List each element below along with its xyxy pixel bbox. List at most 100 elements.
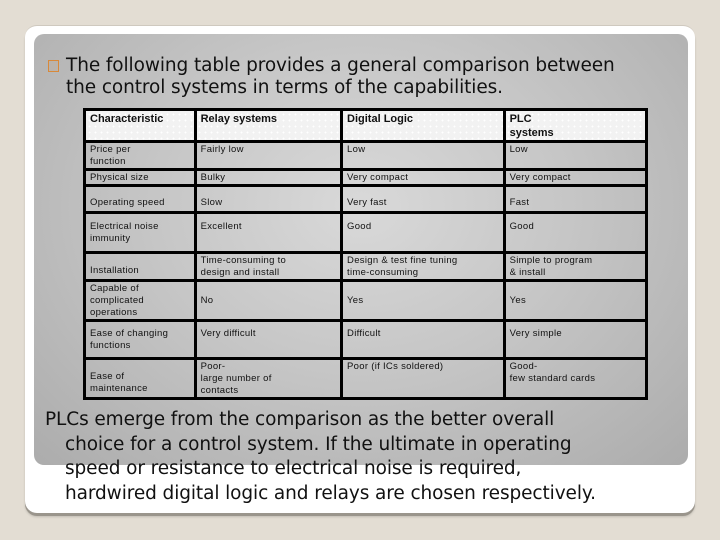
conclusion-paragraph: PLCs emerge from the comparison as the b…	[45, 408, 685, 506]
cell-line: complicated	[90, 295, 144, 306]
conclusion-line-4: hardwired digital logic and relays are c…	[65, 482, 596, 504]
cell-line: Very simple	[509, 328, 562, 339]
cell-relay: Slow	[193, 184, 344, 214]
conclusion-line-2: choice for a control system. If the ulti…	[65, 433, 572, 455]
table-row: Capable of complicated operations No Yes…	[83, 279, 649, 322]
cell-line: functions	[90, 340, 131, 351]
cell-line: No	[200, 295, 214, 306]
cell-line: Difficult	[347, 328, 381, 339]
cell-relay: Time-consuming to design and install	[193, 251, 344, 282]
cell-digital: Poor (if ICs soldered)	[340, 357, 506, 400]
cell-digital: Design & test fine tuning time-consuming	[340, 251, 506, 282]
cell-line: Design & test fine tuning	[347, 255, 458, 266]
table-row: Physical size Bulky Very compact Very co…	[83, 168, 649, 187]
cell-line: Poor-	[200, 361, 226, 372]
cell-line: contacts	[200, 385, 239, 396]
square-bullet-icon	[48, 60, 59, 72]
table-row: Price per function Fairly low Low Low	[83, 140, 649, 171]
cell-plc: Yes	[502, 279, 649, 322]
cell-line: Slow	[200, 197, 223, 208]
cell-line: Very compact	[347, 172, 409, 183]
cell-plc: Low	[502, 140, 649, 171]
cell-line: Fast	[509, 197, 530, 208]
cell-line: operations	[90, 307, 138, 318]
cell-relay: Very difficult	[193, 319, 344, 360]
cell-line: Simple to program	[509, 255, 593, 266]
cell-relay: Bulky	[193, 168, 344, 187]
cell-line: Poor (if ICs soldered)	[347, 361, 444, 372]
cell-line: Very compact	[509, 172, 571, 183]
cell-line: Very fast	[347, 197, 387, 208]
cell-line: Yes	[347, 295, 364, 306]
cell-digital: Very compact	[340, 168, 506, 187]
cell-line: Fairly low	[200, 144, 244, 155]
cell-line: Time-consuming to	[200, 255, 287, 266]
cell-line: Price per	[90, 144, 131, 155]
cell-plc: Fast	[502, 184, 649, 214]
cell-line: time-consuming	[347, 267, 419, 278]
cell-line: design and install	[200, 267, 280, 278]
intro-line-2: the control systems in terms of the capa…	[66, 77, 503, 98]
cell-line: maintenance	[90, 383, 148, 394]
cell-characteristic: Physical size	[83, 168, 197, 187]
header-digital-logic: Digital Logic	[340, 108, 506, 143]
cell-digital: Yes	[340, 279, 506, 322]
table-row: Operating speed Slow Very fast Fast	[83, 184, 649, 214]
cell-characteristic: Installation	[83, 251, 197, 282]
table-row: Installation Time-consuming to design an…	[83, 251, 649, 282]
cell-line: Installation	[90, 265, 140, 276]
cell-line: & install	[509, 267, 546, 278]
conclusion-line-3: speed or resistance to electrical noise …	[65, 458, 522, 479]
cell-line: Ease of	[90, 371, 125, 382]
cell-line: few standard cards	[509, 373, 596, 384]
header-plc-line-2: systems	[509, 127, 554, 139]
cell-plc: Very simple	[502, 319, 649, 360]
cell-plc: Simple to program & install	[502, 251, 649, 282]
cell-relay: Fairly low	[193, 140, 344, 171]
table-row: Ease of changing functions Very difficul…	[83, 319, 649, 360]
intro-text: The following table provides a general c…	[66, 55, 615, 99]
table-row: Ease of maintenance Poor- large number o…	[83, 357, 649, 400]
cell-plc: Very compact	[502, 168, 649, 187]
cell-digital: Very fast	[340, 184, 506, 214]
cell-plc: Good- few standard cards	[502, 357, 649, 400]
cell-line: Physical size	[90, 172, 149, 183]
cell-characteristic: Ease of changing functions	[83, 319, 197, 360]
cell-digital: Low	[340, 140, 506, 171]
cell-digital: Good	[340, 211, 506, 254]
cell-line: Good	[347, 221, 372, 232]
cell-line: Good-	[509, 361, 538, 372]
cell-line: Ease of changing	[90, 328, 169, 339]
cell-line: function	[90, 156, 126, 167]
cell-relay: No	[193, 279, 344, 322]
cell-line: Bulky	[200, 172, 226, 183]
conclusion-line-1: PLCs emerge from the comparison as the b…	[45, 409, 555, 430]
cell-line: Low	[347, 144, 366, 155]
cell-characteristic: Electrical noise immunity	[83, 211, 197, 254]
intro-line-1: The following table provides a general c…	[66, 55, 615, 76]
cell-plc: Good	[502, 211, 649, 254]
cell-characteristic: Capable of complicated operations	[83, 279, 197, 322]
cell-line: large number of	[200, 373, 272, 384]
table-header-row: Characteristic Relay systems Digital Log…	[83, 108, 649, 143]
cell-digital: Difficult	[340, 319, 506, 360]
header-plc-systems: PLC systems	[502, 108, 649, 143]
cell-characteristic: Price per function	[83, 140, 197, 171]
header-relay-systems: Relay systems	[193, 108, 344, 143]
cell-line: Low	[509, 144, 528, 155]
cell-line: Very difficult	[200, 328, 256, 339]
cell-line: Electrical noise	[90, 221, 159, 232]
table-row: Electrical noise immunity Excellent Good…	[83, 211, 649, 254]
cell-line: Yes	[509, 295, 526, 306]
cell-line: Excellent	[200, 221, 242, 232]
cell-line: Operating speed	[90, 197, 165, 208]
cell-characteristic: Operating speed	[83, 184, 197, 214]
cell-characteristic: Ease of maintenance	[83, 357, 197, 400]
header-plc-line-1: PLC	[509, 113, 532, 125]
cell-line: immunity	[90, 233, 131, 244]
cell-line: Good	[509, 221, 535, 232]
cell-line: Capable of	[90, 283, 139, 294]
header-characteristic: Characteristic	[83, 108, 197, 143]
cell-relay: Excellent	[193, 211, 344, 254]
comparison-table: Characteristic Relay systems Digital Log…	[83, 108, 649, 400]
